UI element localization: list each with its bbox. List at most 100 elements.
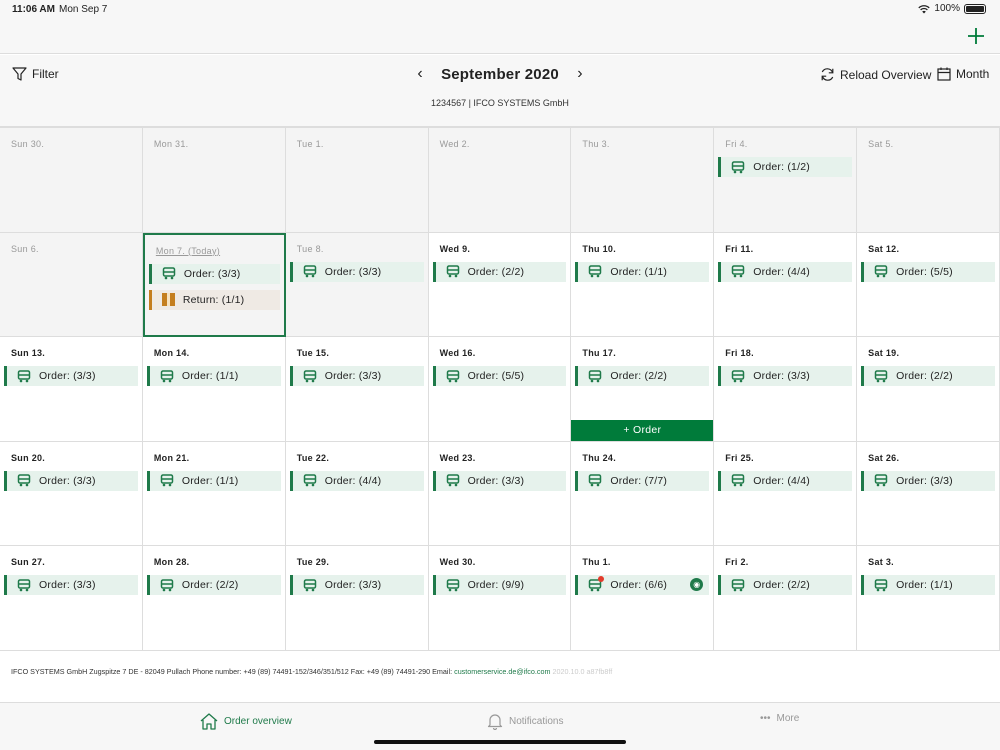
order-entry[interactable]: Order: (3/3) xyxy=(289,261,424,282)
calendar-day-cell[interactable]: Mon 7. (Today) Order: (3/3) Return: (1/1) xyxy=(142,232,286,338)
truck-icon xyxy=(731,160,745,174)
reload-overview-button[interactable]: Reload Overview xyxy=(820,67,931,82)
reload-label: Reload Overview xyxy=(840,67,932,82)
calendar-day-cell[interactable]: Mon 14. Order: (1/1) xyxy=(142,337,286,442)
calendar-day-cell[interactable]: Mon 21. Order: (1/1) xyxy=(142,441,286,547)
day-label: Sun 6. xyxy=(11,243,39,254)
order-entry[interactable]: Order: (3/3) xyxy=(289,575,424,596)
order-entry[interactable]: Order: (1/1) xyxy=(575,261,710,282)
calendar-day-cell[interactable]: Wed 9. Order: (2/2) xyxy=(428,232,572,338)
calendar-day-cell[interactable]: Thu 10. Order: (1/1) xyxy=(571,232,715,338)
order-entry[interactable]: Order: (5/5) xyxy=(861,261,995,282)
order-entry[interactable]: Order: (2/2) xyxy=(718,575,853,596)
order-entry[interactable]: Order: (4/4) xyxy=(289,470,424,491)
plus-icon[interactable] xyxy=(966,26,986,46)
day-label: Mon 31. xyxy=(153,139,189,149)
order-entry[interactable]: Order: (4/4) xyxy=(718,261,853,282)
calendar-day-cell[interactable]: Wed 23. Order: (3/3) xyxy=(428,441,572,547)
calendar-day-cell[interactable]: Tue 8. Order: (3/3) xyxy=(285,232,429,338)
battery-icon xyxy=(964,3,986,14)
order-entry[interactable]: Order: (1/1) xyxy=(146,366,281,387)
entry-label: Order: (1/1) xyxy=(610,265,668,278)
truck-icon xyxy=(588,369,602,383)
calendar-day-cell[interactable]: Tue 1. xyxy=(285,128,429,233)
order-entry[interactable]: Order: (3/3) xyxy=(289,366,424,387)
tab-more[interactable]: ••• More xyxy=(760,713,799,724)
calendar-day-cell[interactable]: Mon 28. Order: (2/2) xyxy=(142,546,286,651)
calendar-day-cell[interactable]: Tue 29. Order: (3/3) xyxy=(285,546,429,651)
day-label: Sat 5. xyxy=(868,139,894,149)
calendar-day-cell[interactable]: Tue 15. Order: (3/3) xyxy=(285,337,429,442)
order-entry[interactable]: Order: (1/1) xyxy=(861,575,995,596)
entry-label: Order: (4/4) xyxy=(753,265,810,278)
return-entry[interactable]: Return: (1/1) xyxy=(148,289,280,310)
order-entry[interactable]: Order: (9/9) xyxy=(432,575,567,596)
order-entry[interactable]: Order: (5/5) xyxy=(432,366,567,387)
calendar-day-cell[interactable]: Mon 31. xyxy=(142,128,286,233)
calendar-day-cell[interactable]: Fri 2. Order: (2/2) xyxy=(714,546,858,651)
calendar-day-cell[interactable]: Fri 18. Order: (3/3) xyxy=(714,337,858,442)
order-entry[interactable]: Order: (2/2) xyxy=(146,575,281,596)
order-entry[interactable]: Order: (1/2) xyxy=(718,157,853,177)
calendar-day-cell[interactable]: Wed 16. Order: (5/5) xyxy=(428,337,572,442)
calendar-day-cell[interactable]: Wed 2. xyxy=(428,128,572,233)
order-entry[interactable]: Order: (3/3) xyxy=(432,470,567,491)
calendar-day-cell[interactable]: Sun 27. Order: (3/3) xyxy=(0,546,143,651)
calendar-day-cell[interactable]: Sat 19. Order: (2/2) xyxy=(857,337,1000,442)
calendar-day-cell[interactable]: Sun 6. xyxy=(0,232,143,338)
calendar-day-cell[interactable]: Sat 12. Order: (5/5) xyxy=(857,232,1000,338)
order-entry[interactable]: Order: (3/3) xyxy=(861,470,995,491)
order-entry[interactable]: Order: (3/3) xyxy=(718,366,853,387)
calendar-day-cell[interactable]: Thu 24. Order: (7/7) xyxy=(571,441,715,547)
calendar-day-cell[interactable]: Fri 11. Order: (4/4) xyxy=(714,232,858,338)
calendar-day-cell[interactable]: Tue 22. Order: (4/4) xyxy=(285,441,429,547)
day-label: Mon 7. (Today) xyxy=(155,245,221,256)
battery-percent: 100% xyxy=(934,3,960,14)
order-entry[interactable]: Order: (2/2) xyxy=(432,261,567,282)
month-view-button[interactable]: Month xyxy=(937,67,989,81)
entry-label: Order: (2/2) xyxy=(467,265,525,278)
entry-label: Order: (6/6) xyxy=(610,579,668,592)
footer-email-link[interactable]: customerservice.de@ifco.com xyxy=(454,667,550,676)
order-entry[interactable]: Order: (3/3) xyxy=(4,575,138,596)
box-icon xyxy=(161,293,175,307)
entry-label: Order: (1/1) xyxy=(181,370,239,383)
home-icon xyxy=(200,713,218,730)
order-entry[interactable]: Order: (1/1) xyxy=(146,470,281,491)
order-entry[interactable]: Order: (3/3) xyxy=(4,366,138,387)
entry-label: Order: (2/2) xyxy=(610,370,668,383)
calendar-day-cell[interactable]: Thu 1. Order: (6/6) ◉ xyxy=(571,546,715,651)
chevron-right-icon[interactable]: › xyxy=(573,65,587,83)
order-entry[interactable]: Order: (7/7) xyxy=(575,470,710,491)
day-label: Sat 19. xyxy=(868,348,900,359)
day-label: Fri 2. xyxy=(725,557,749,568)
tab-order-overview[interactable]: Order overview xyxy=(200,713,292,730)
calendar-day-cell[interactable]: Wed 30. Order: (9/9) xyxy=(428,546,572,651)
order-entry[interactable]: Order: (2/2) xyxy=(861,366,995,387)
day-label: Thu 17. xyxy=(582,348,617,359)
day-label: Fri 4. xyxy=(725,139,748,149)
calendar-day-cell[interactable]: Sat 26. Order: (3/3) xyxy=(857,441,1000,547)
calendar-day-cell[interactable]: Fri 25. Order: (4/4) xyxy=(714,441,858,547)
calendar-day-cell[interactable]: Thu 3. xyxy=(571,128,715,233)
calendar-day-cell[interactable]: Thu 17. Order: (2/2) + Order xyxy=(571,337,715,442)
order-entry[interactable]: Order: (3/3) xyxy=(148,263,280,284)
order-entry[interactable]: Order: (6/6) ◉ xyxy=(575,575,710,596)
order-entry[interactable]: Order: (4/4) xyxy=(718,470,853,491)
truck-icon xyxy=(874,369,888,383)
tab-notifications[interactable]: Notifications xyxy=(487,713,563,730)
chevron-left-icon[interactable]: ‹ xyxy=(413,65,427,83)
day-label: Wed 16. xyxy=(439,348,476,359)
calendar-day-cell[interactable]: Sun 20. Order: (3/3) xyxy=(0,441,143,547)
calendar-day-cell[interactable]: Sun 30. xyxy=(0,128,143,233)
add-order-button[interactable]: + Order xyxy=(571,419,714,441)
entry-label: Order: (3/3) xyxy=(183,267,241,280)
calendar-day-cell[interactable]: Fri 4. Order: (1/2) xyxy=(714,128,858,233)
day-label: Thu 10. xyxy=(582,243,617,254)
calendar-day-cell[interactable]: Sat 3. Order: (1/1) xyxy=(857,546,1000,651)
order-entry[interactable]: Order: (3/3) xyxy=(4,470,138,491)
calendar-day-cell[interactable]: Sat 5. xyxy=(857,128,1000,233)
calendar-day-cell[interactable]: Sun 13. Order: (3/3) xyxy=(0,337,143,442)
truck-icon xyxy=(588,474,602,487)
order-entry[interactable]: Order: (2/2) xyxy=(575,366,710,387)
